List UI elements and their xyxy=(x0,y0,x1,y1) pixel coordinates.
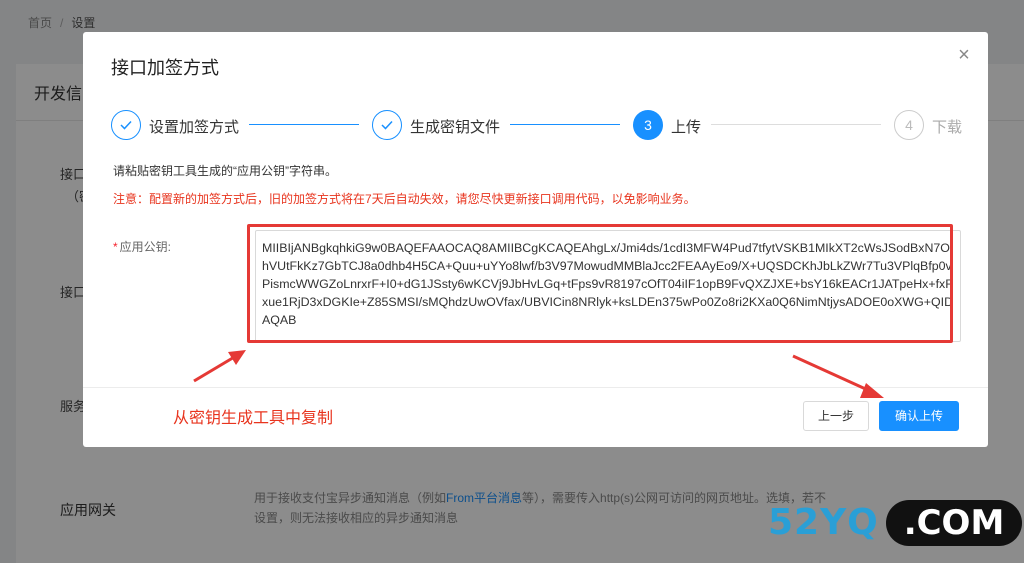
step-label-download: 下载 xyxy=(932,119,963,136)
dialog-title: 接口加签方式 xyxy=(111,58,219,78)
watermark-left: 52YQ xyxy=(768,502,879,543)
check-icon xyxy=(372,110,402,140)
check-icon xyxy=(111,110,141,140)
step-connector xyxy=(249,124,359,125)
confirm-upload-button[interactable]: 确认上传 xyxy=(879,401,959,431)
prev-step-button[interactable]: 上一步 xyxy=(803,401,869,431)
step-number-3: 3 xyxy=(633,110,663,140)
footer-divider xyxy=(83,387,988,388)
watermark-right: .COM xyxy=(886,500,1022,546)
step-connector xyxy=(711,124,881,125)
step-label-generate-key: 生成密钥文件 xyxy=(410,119,501,136)
steps-bar: 设置加签方式 生成密钥文件 3 上传 4 下载 xyxy=(111,110,963,142)
step-label-upload: 上传 xyxy=(671,119,702,136)
step-label-set-method: 设置加签方式 xyxy=(149,119,240,136)
sign-method-dialog: 接口加签方式 × 设置加签方式 生成密钥文件 3 上传 4 下载 请粘贴密钥工具… xyxy=(83,32,988,447)
annotation-text: 从密钥生成工具中复制 xyxy=(173,410,334,427)
step-connector xyxy=(510,124,620,125)
public-key-label: * 应用公钥: xyxy=(113,240,172,254)
step-number-4: 4 xyxy=(894,110,924,140)
public-key-textarea[interactable]: MIIBIjANBgkqhkiG9w0BAQEFAAOCAQ8AMIIBCgKC… xyxy=(255,230,961,342)
warning-text: 注意：配置新的加签方式后，旧的加签方式将在7天后自动失效，请您尽快更新接口调用代… xyxy=(113,192,696,206)
paste-hint: 请粘贴密钥工具生成的“应用公钥”字符串。 xyxy=(113,164,337,178)
close-icon[interactable]: × xyxy=(954,45,974,66)
required-mark: * xyxy=(113,240,118,254)
